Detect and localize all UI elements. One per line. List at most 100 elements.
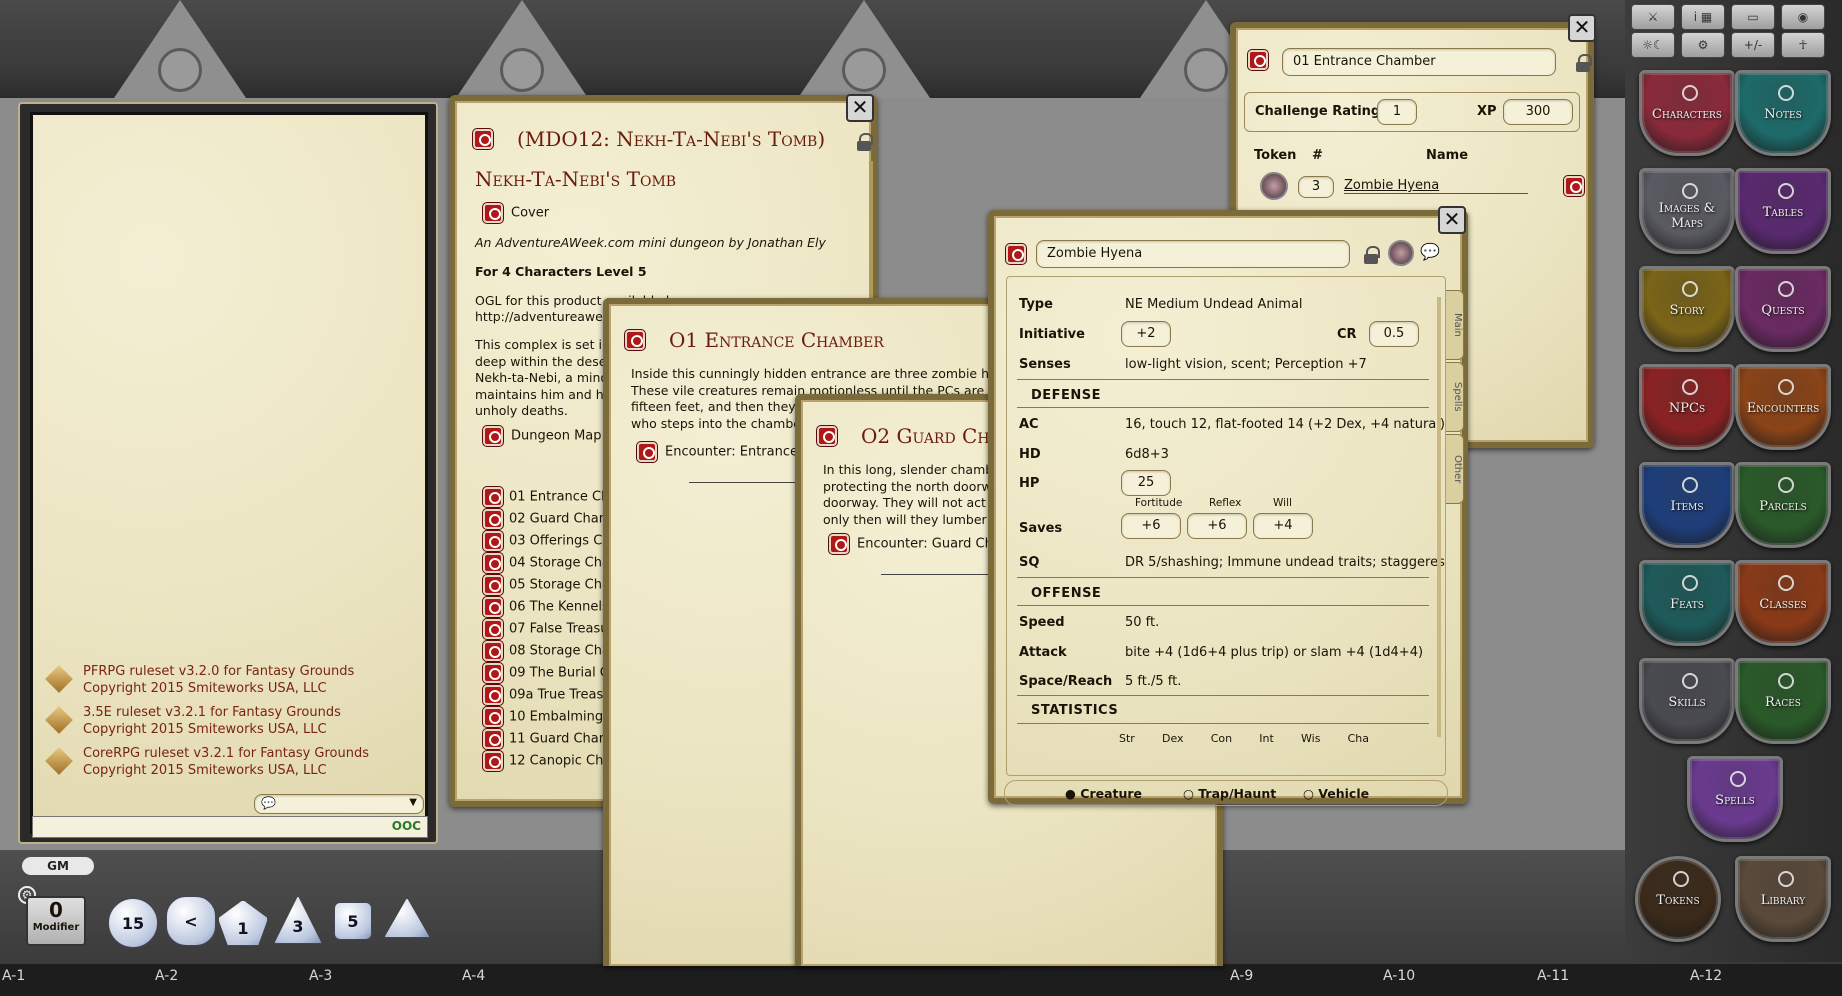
link-icon[interactable] — [817, 426, 837, 446]
close-button[interactable]: ✕ — [1438, 206, 1466, 234]
sidebar-item-feats[interactable]: Feats — [1639, 560, 1735, 646]
link-icon[interactable] — [1564, 176, 1585, 196]
lock-icon[interactable] — [1576, 54, 1592, 72]
sidebar-item-library[interactable]: Library — [1735, 856, 1831, 942]
cr-field[interactable]: 0.5 — [1369, 321, 1419, 347]
space-value[interactable]: 5 ft./5 ft. — [1125, 674, 1181, 689]
list-item[interactable]: 07 False Treasur — [483, 619, 614, 639]
d20-die[interactable]: 15 — [108, 898, 158, 948]
sidebar-item-encounters[interactable]: Encounters — [1735, 364, 1831, 450]
story-link-cover[interactable]: Cover — [483, 203, 549, 223]
list-item[interactable]: 03 Offerings Cha — [483, 531, 619, 551]
sidebar-item-story[interactable]: Story — [1639, 266, 1735, 352]
xp-field[interactable]: 300 — [1503, 99, 1573, 125]
list-item[interactable]: 12 Canopic Chan — [483, 751, 620, 771]
speech-bubble-icon[interactable]: 💬 — [1420, 242, 1440, 261]
link-icon[interactable] — [473, 129, 493, 149]
tool-button-options[interactable]: ⚙ — [1681, 32, 1725, 58]
list-item[interactable]: 01 Entrance Cha — [483, 487, 617, 507]
link-icon[interactable] — [1248, 50, 1268, 70]
sidebar-item-images[interactable]: Images & Maps — [1639, 168, 1735, 254]
tab-other[interactable]: Other — [1446, 434, 1464, 504]
sidebar-item-classes[interactable]: Classes — [1735, 560, 1831, 646]
sq-value[interactable]: DR 5/shashing; Immune undead traits; sta… — [1125, 555, 1445, 570]
cr-field[interactable]: 1 — [1377, 99, 1417, 125]
scrollbar[interactable] — [1437, 297, 1441, 737]
token-icon[interactable] — [1388, 240, 1414, 266]
close-button[interactable]: ✕ — [846, 94, 874, 122]
encounter-link[interactable]: Encounter: Guard Char — [829, 534, 1006, 554]
count-field[interactable]: 3 — [1298, 176, 1334, 198]
list-item[interactable]: 08 Storage Cham — [483, 641, 623, 661]
senses-value[interactable]: low-light vision, scent; Perception +7 — [1125, 357, 1367, 372]
hd-value[interactable]: 6d8+3 — [1125, 447, 1169, 462]
list-item[interactable]: 11 Guard Chamb — [483, 729, 620, 749]
list-item[interactable]: 05 Storage Cham — [483, 575, 623, 595]
kind-selector: ● Creature ○ Trap/Haunt ○ Vehicle — [1004, 780, 1448, 806]
lock-icon[interactable] — [1364, 246, 1380, 264]
ac-value[interactable]: 16, touch 12, flat-footed 14 (+2 Dex, +4… — [1125, 417, 1445, 432]
encounter-name-field[interactable]: 01 Entrance Chamber — [1282, 48, 1556, 76]
divider — [881, 574, 991, 575]
party-level: For 4 Characters Level 5 — [475, 264, 647, 279]
modifier-box[interactable]: 0 Modifier — [26, 896, 86, 946]
list-item[interactable]: 09 The Burial Ch — [483, 663, 617, 683]
tool-button-modifiers[interactable]: +/- — [1731, 32, 1775, 58]
token-icon[interactable] — [1260, 172, 1288, 200]
d12-die[interactable]: < — [166, 896, 216, 946]
list-item[interactable]: 10 Embalming C — [483, 707, 616, 727]
chat-input[interactable]: OOC — [32, 816, 428, 838]
tool-button-lighting[interactable]: ☼☾ — [1631, 32, 1675, 58]
lock-icon[interactable] — [857, 133, 873, 151]
right-sidebar: ⚔ i ▦ ▭ ◉ ☼☾ ⚙ +/- ☥ Characters Notes Im… — [1625, 0, 1842, 962]
npc-name-field[interactable]: Zombie Hyena — [1036, 240, 1350, 268]
ability-label: Dex — [1162, 732, 1184, 745]
room-label: 01 Entrance Cha — [509, 489, 618, 505]
link-icon[interactable] — [1006, 244, 1026, 264]
tool-button-combat[interactable]: ⚔ — [1631, 4, 1675, 30]
ref-field[interactable]: +6 — [1187, 513, 1247, 539]
list-item[interactable]: 09a True Treasu — [483, 685, 611, 705]
sidebar-item-tables[interactable]: Tables — [1735, 168, 1831, 254]
ooc-toggle[interactable]: OOC — [392, 819, 421, 833]
link-icon[interactable] — [625, 330, 645, 350]
npc-window[interactable]: Zombie Hyena 💬 Type NE Medium Undead Ani… — [988, 210, 1468, 806]
sidebar-item-tokens[interactable]: Tokens — [1635, 856, 1721, 942]
sidebar-item-parcels[interactable]: Parcels — [1735, 462, 1831, 548]
sidebar-item-races[interactable]: Races — [1735, 658, 1831, 744]
sidebar-item-spells[interactable]: Spells — [1687, 756, 1783, 842]
sidebar-item-characters[interactable]: Characters — [1639, 70, 1735, 156]
sidebar-item-quests[interactable]: Quests — [1735, 266, 1831, 352]
sidebar-item-skills[interactable]: Skills — [1639, 658, 1735, 744]
list-item[interactable]: 02 Guard Chamb — [483, 509, 620, 529]
kind-option-trap[interactable]: ○ Trap/Haunt — [1183, 786, 1276, 801]
tool-button-party[interactable]: ☥ — [1781, 32, 1825, 58]
chat-mode-dropdown[interactable]: 💬 ▼ — [254, 794, 424, 814]
hp-field[interactable]: 25 — [1121, 470, 1171, 496]
list-item[interactable]: 04 Storage Cham — [483, 553, 623, 573]
npc-name-link[interactable]: Zombie Hyena — [1344, 178, 1528, 194]
type-value[interactable]: NE Medium Undead Animal — [1125, 297, 1303, 312]
tool-button-window[interactable]: ▭ — [1731, 4, 1775, 30]
story-heading: Nekh-Ta-Nebi's Tomb — [475, 167, 677, 191]
close-button[interactable]: ✕ — [1568, 14, 1596, 42]
tool-button-info[interactable]: i ▦ — [1681, 4, 1725, 30]
story-link-map[interactable]: Dungeon Map — [483, 426, 602, 446]
sidebar-item-npcs[interactable]: NPCs — [1639, 364, 1735, 450]
kind-option-creature[interactable]: ● Creature — [1065, 786, 1142, 801]
attack-value[interactable]: bite +4 (1d6+4 plus trip) or slam +4 (1d… — [1125, 645, 1423, 660]
d6-die[interactable]: 5 — [334, 902, 372, 940]
speed-value[interactable]: 50 ft. — [1125, 615, 1159, 630]
tab-main[interactable]: Main — [1446, 290, 1464, 360]
list-item[interactable]: 06 The Kennels — [483, 597, 609, 617]
sidebar-item-notes[interactable]: Notes — [1735, 70, 1831, 156]
encounter-link[interactable]: Encounter: Entrance C — [637, 442, 811, 462]
kind-option-vehicle[interactable]: ○ Vehicle — [1303, 786, 1369, 801]
chat-log[interactable]: PFRPG ruleset v3.2.0 for Fantasy Grounds… — [30, 112, 428, 834]
tool-button-camera[interactable]: ◉ — [1781, 4, 1825, 30]
init-field[interactable]: +2 — [1121, 321, 1171, 347]
sidebar-item-items[interactable]: Items — [1639, 462, 1735, 548]
fort-field[interactable]: +6 — [1121, 513, 1181, 539]
tab-spells[interactable]: Spells — [1446, 362, 1464, 432]
will-field[interactable]: +4 — [1253, 513, 1313, 539]
